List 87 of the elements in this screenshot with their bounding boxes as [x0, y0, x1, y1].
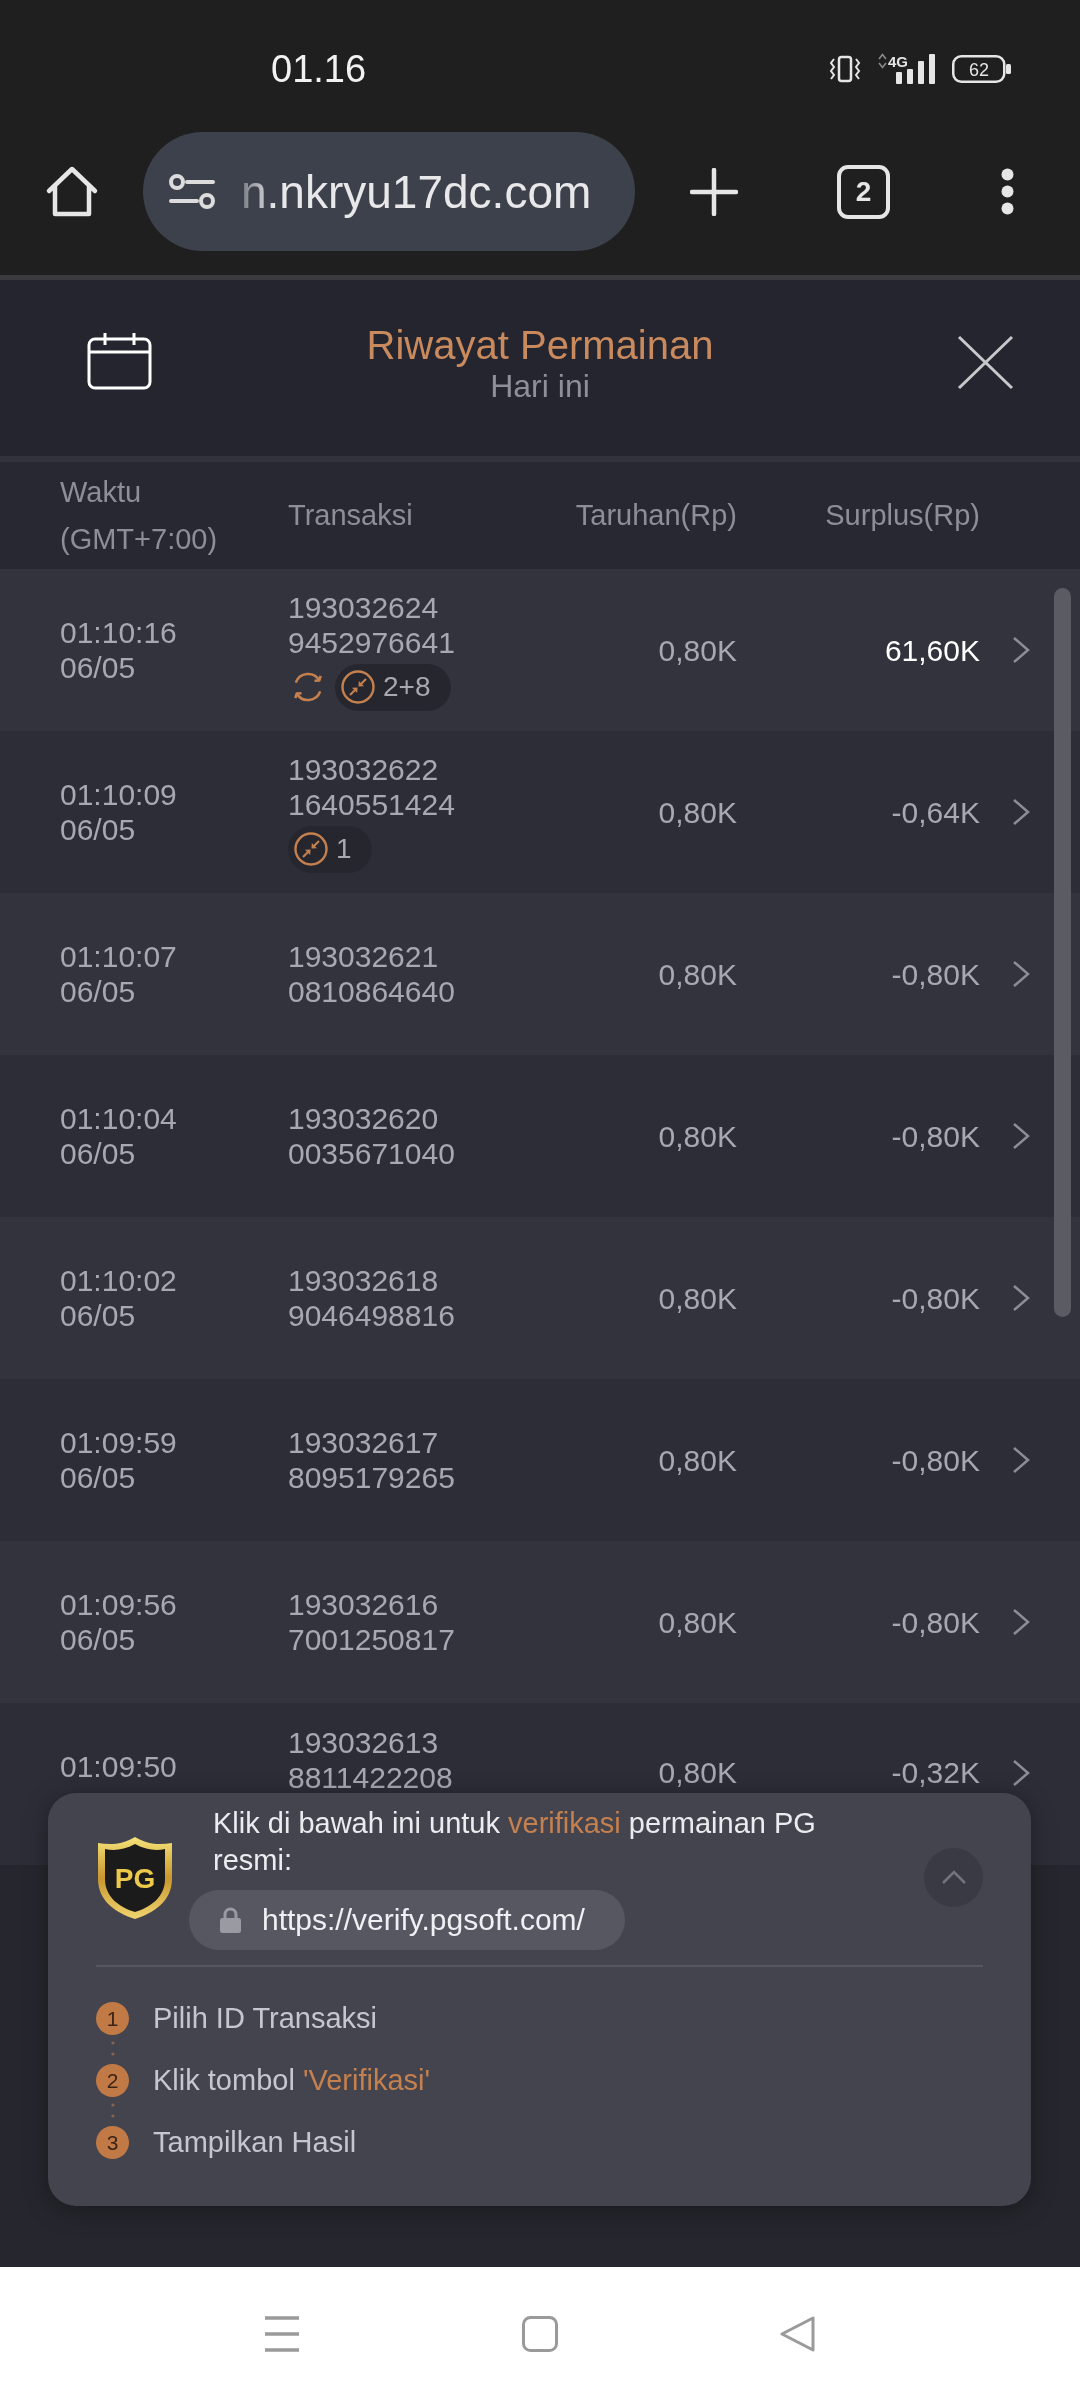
time-text: 01:10:09 — [60, 777, 178, 812]
bet-amount: 0,80K — [658, 1755, 737, 1790]
bet-amount: 0,80K — [658, 632, 737, 668]
transaction-id: 193032621 0810864640 — [288, 939, 456, 1009]
surplus-amount: -0,80K — [891, 1280, 980, 1316]
history-row[interactable]: 01:10:02 06/05 193032618 9046498816 0,80K -0,80K — [0, 1217, 1080, 1379]
arrows-in-circle-icon — [294, 832, 328, 866]
time-text: 01:10:07 — [60, 939, 178, 974]
chevron-right-icon — [1012, 1759, 1030, 1787]
step-text: Tampilkan Hasil — [153, 2126, 357, 2159]
chevron-right-icon — [1012, 1608, 1030, 1636]
chevron-right-icon — [1012, 1446, 1030, 1474]
address-bar[interactable]: n.nkryu17dc.com — [143, 132, 635, 251]
history-row[interactable]: 01:10:04 06/05 193032620 0035671040 0,80K -0,80K — [0, 1055, 1080, 1217]
date-text: 06/05 — [60, 1622, 137, 1657]
chevron-right-icon — [1012, 1122, 1030, 1150]
surplus-amount: 61,60K — [884, 632, 980, 668]
chevron-right-icon — [1012, 636, 1030, 664]
menu-icon[interactable] — [264, 2315, 300, 2352]
chevron-right-icon — [1012, 798, 1030, 826]
transaction-id: 193032622 1640551424 — [288, 751, 456, 822]
column-header: Transaksi — [288, 498, 414, 533]
surplus-amount: -0,80K — [891, 956, 980, 992]
bet-amount: 0,80K — [658, 1604, 737, 1640]
date-text: 06/05 — [60, 812, 137, 847]
home-icon[interactable] — [45, 164, 99, 219]
time-text: 01:10:04 — [60, 1101, 178, 1136]
date-text: 06/05 — [60, 1136, 137, 1171]
status-time: 01.16 — [271, 48, 367, 89]
history-row[interactable]: 01:10:09 06/05 193032622 1640551424 1 0,80K -0,64K — [0, 731, 1080, 893]
surplus-amount: -0,80K — [891, 1604, 980, 1640]
transaction-id: 193032613 8811422208 — [288, 1725, 454, 1795]
column-header: Waktu (GMT+7:00) — [60, 474, 219, 557]
bet-amount: 0,80K — [658, 1280, 737, 1316]
step-text: Pilih ID Transaksi — [153, 2002, 377, 2035]
date-text: 06/05 — [60, 1460, 137, 1495]
vibrate-icon — [829, 54, 861, 83]
date-text: 06/05 — [60, 1298, 137, 1333]
verify-link[interactable]: https://verify.pgsoft.com/ — [189, 1890, 625, 1950]
step-number: 3 — [96, 2126, 129, 2159]
back-icon[interactable] — [780, 2315, 816, 2352]
step-number: 1 — [96, 2002, 129, 2035]
surplus-amount: -0,32K — [891, 1755, 980, 1790]
lock-icon — [219, 1907, 242, 1933]
transaction-id: 193032620 0035671040 — [288, 1101, 456, 1171]
date-text: 06/05 — [60, 650, 137, 685]
close-icon[interactable] — [957, 335, 1014, 390]
sliders-icon[interactable] — [169, 174, 215, 209]
chevron-right-icon — [1012, 1284, 1030, 1312]
bet-amount: 0,80K — [658, 794, 737, 830]
surplus-amount: -0,80K — [891, 1118, 980, 1154]
count-text: 1 — [336, 833, 352, 865]
chevron-icon — [940, 1870, 967, 1885]
more-icon[interactable] — [1001, 168, 1014, 215]
history-row[interactable]: 01:09:59 06/05 193032617 8095179265 0,80K -0,80K — [0, 1379, 1080, 1541]
history-row[interactable]: 01:10:16 06/05 193032624 9452976641 2+8 0,80K 61,60K — [0, 569, 1080, 731]
time-text: 01:09:56 — [60, 1587, 178, 1622]
tab-count-button[interactable]: 2 — [837, 164, 890, 219]
square-icon[interactable] — [522, 2315, 558, 2352]
chevron-right-icon — [1012, 960, 1030, 988]
bet-amount: 0,80K — [658, 1118, 737, 1154]
bet-amount: 0,80K — [658, 956, 737, 992]
count-text: 2+8 — [383, 671, 431, 703]
page-subtitle: Hari ini — [489, 368, 591, 404]
time-text: 01:10:02 — [60, 1263, 178, 1298]
time-text: 01:09:59 — [60, 1425, 178, 1460]
page-title: Riwayat Permainan — [365, 322, 715, 368]
step-text: Klik tombol 'Verifikasi' — [153, 2064, 430, 2097]
transaction-id: 193032618 9046498816 — [288, 1263, 456, 1333]
history-row[interactable]: 01:10:07 06/05 193032621 0810864640 0,80K -0,80K — [0, 893, 1080, 1055]
column-header: Taruhan(Rp) — [575, 498, 737, 533]
arrows-in-circle-icon — [341, 670, 375, 704]
transaction-id: 193032616 7001250817 — [288, 1587, 456, 1657]
pg-shield-logo: PG — [96, 1834, 174, 1921]
history-row[interactable]: 01:09:56 06/05 193032616 7001250817 0,80K -0,80K — [0, 1541, 1080, 1703]
plus-icon[interactable] — [690, 167, 738, 216]
time-text: 01:10:16 — [60, 615, 178, 650]
transaction-id: 193032624 9452976641 — [288, 589, 456, 660]
surplus-amount: -0,80K — [891, 1442, 980, 1478]
date-text: 06/05 — [60, 974, 137, 1009]
calendar-icon[interactable] — [87, 332, 152, 390]
step-number: 2 — [96, 2064, 129, 2097]
time-text: 01:09:50 — [60, 1749, 178, 1784]
column-header: Surplus(Rp) — [825, 498, 980, 533]
bet-amount: 0,80K — [658, 1442, 737, 1478]
transaction-id: 193032617 8095179265 — [288, 1425, 456, 1495]
surplus-amount: -0,64K — [891, 794, 980, 830]
